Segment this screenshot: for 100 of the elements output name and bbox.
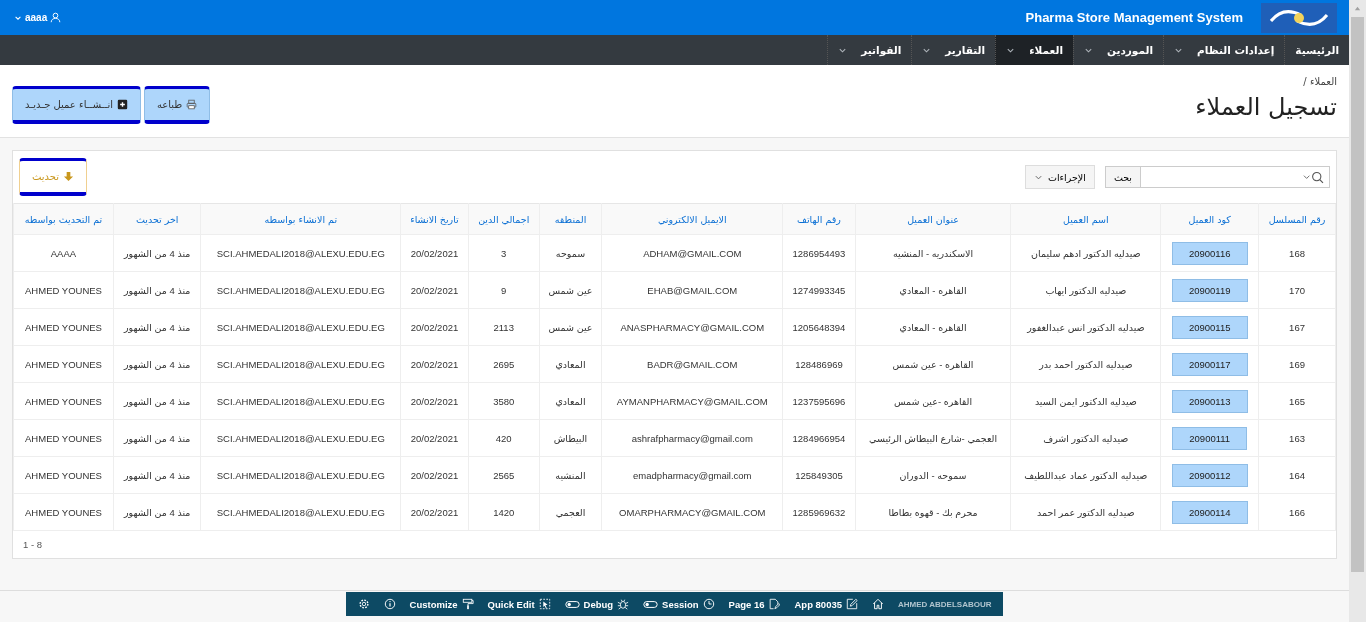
breadcrumb[interactable]: العملاء /	[1195, 76, 1337, 87]
table-cell: 169	[1258, 345, 1336, 383]
info-icon[interactable]	[383, 598, 396, 610]
table-cell: ANASPHARMACY@GMAIL.COM	[601, 308, 783, 346]
table-cell: AHMED YOUNES	[13, 456, 114, 494]
table-cell: 3580	[468, 382, 540, 420]
table-cell: 20/02/2021	[400, 271, 469, 309]
table-cell: 167	[1258, 308, 1336, 346]
table-cell: 164	[1258, 456, 1336, 494]
create-button[interactable]: انــشــاء عميل جـديـد	[12, 86, 141, 124]
table-cell: 1285969632	[782, 493, 856, 531]
app-button[interactable]: App 80035	[794, 598, 858, 610]
table-cell: منذ 4 من الشهور	[113, 456, 201, 494]
table-cell: 20/02/2021	[400, 308, 469, 346]
table-cell: المنشيه	[539, 456, 602, 494]
customer-code-link[interactable]: 20900112	[1171, 463, 1248, 487]
table-cell: 166	[1258, 493, 1336, 531]
column-header[interactable]: اخر تحديث	[113, 203, 201, 235]
clock-icon	[702, 598, 715, 610]
table-cell: القاهره - المعادي	[855, 271, 1011, 309]
column-header[interactable]: كود العميل	[1160, 203, 1259, 235]
table-cell: AHMED YOUNES	[13, 382, 114, 420]
table-cell: البيطاش	[539, 419, 602, 457]
column-header[interactable]: تاريخ الانشاء	[400, 203, 469, 235]
column-header[interactable]: اجمالي الدين	[468, 203, 540, 235]
table-cell: 170	[1258, 271, 1336, 309]
column-header[interactable]: تم التحديث بواسطه	[13, 203, 114, 235]
table-cell: AHMED YOUNES	[13, 419, 114, 457]
print-button[interactable]: طباعه	[143, 86, 211, 124]
user-menu[interactable]: aaaa	[14, 12, 62, 23]
table-cell: 420	[468, 419, 540, 457]
customer-code-link[interactable]: 20900119	[1171, 278, 1248, 302]
customer-code-link[interactable]: 20900111	[1172, 426, 1248, 450]
quick-edit-button[interactable]: Quick Edit	[487, 598, 551, 610]
search-button[interactable]: بحث	[1104, 166, 1140, 188]
home-icon[interactable]	[872, 598, 884, 610]
table-cell: منذ 4 من الشهور	[113, 419, 201, 457]
table-cell: صيدليه الدكتور ايمن السيد	[1010, 382, 1161, 420]
table-cell: 20/02/2021	[400, 419, 469, 457]
table-cell: 3	[468, 234, 540, 272]
table-cell: 20/02/2021	[400, 345, 469, 383]
table-cell: 128486969	[782, 345, 856, 383]
page-edit-icon	[768, 598, 781, 610]
table-cell: AAAA	[13, 234, 114, 272]
table-cell: 9	[468, 271, 540, 309]
table-cell: منذ 4 من الشهور	[113, 308, 201, 346]
down-arrow-icon	[63, 171, 75, 182]
column-header[interactable]: تم الانشاء بواسطه	[200, 203, 401, 235]
scroll-up-icon[interactable]	[1353, 5, 1362, 12]
nav-tab[interactable]: العملاء	[995, 35, 1074, 65]
column-header[interactable]: المنطقه	[539, 203, 602, 235]
table-cell: SCI.AHMEDALI2018@ALEXU.EDU.EG	[200, 382, 401, 420]
table-cell: EHAB@GMAIL.COM	[601, 271, 783, 309]
customer-code-link[interactable]: 20900116	[1171, 241, 1248, 265]
table-cell: 20/02/2021	[400, 234, 469, 272]
table-cell: ashrafpharmacy@gmail.com	[601, 419, 783, 457]
table-cell: AHMED YOUNES	[13, 271, 114, 309]
table-cell: 20/02/2021	[400, 493, 469, 531]
table-cell: 1286954493	[782, 234, 856, 272]
table-cell: AHMED YOUNES	[13, 345, 114, 383]
column-header[interactable]: اسم العميل	[1010, 203, 1161, 235]
pagination-text: 1 - 8	[23, 539, 42, 550]
table-cell: العجمي -شارع البيطاش الرئيسي	[855, 419, 1011, 457]
table-cell: صيدليه الدكتور ادهم سليمان	[1010, 234, 1161, 272]
column-header[interactable]: الايميل الالكتروني	[601, 203, 783, 235]
toggle-icon	[643, 599, 659, 609]
table-cell: صيدليه الدكتور انس عبدالغفور	[1010, 308, 1161, 346]
table-cell: SCI.AHMEDALI2018@ALEXU.EDU.EG	[200, 345, 401, 383]
customer-code-link[interactable]: 20900113	[1171, 389, 1248, 413]
page-button[interactable]: Page 16	[728, 598, 781, 610]
settings-icon[interactable]	[357, 598, 370, 610]
actions-menu-button[interactable]: الإجراءات	[1025, 165, 1095, 189]
table-cell: القاهره - المعادي	[855, 308, 1011, 346]
table-cell: منذ 4 من الشهور	[113, 345, 201, 383]
printer-icon	[186, 99, 198, 110]
customer-code-link[interactable]: 20900117	[1171, 352, 1248, 376]
user-icon	[50, 12, 62, 23]
session-toggle[interactable]: Session	[643, 598, 715, 610]
toggle-icon	[564, 599, 580, 609]
table-cell: 2565	[468, 456, 540, 494]
search-field[interactable]	[1140, 166, 1330, 188]
cursor-icon	[538, 598, 551, 610]
table-cell: منذ 4 من الشهور	[113, 271, 201, 309]
customer-code-link[interactable]: 20900115	[1171, 315, 1248, 339]
column-header[interactable]: عنوان العميل	[855, 203, 1011, 235]
column-header[interactable]: رقم الهاتف	[782, 203, 856, 235]
table-cell: القاهره -عين شمس	[855, 382, 1011, 420]
customize-button[interactable]: Customize	[409, 598, 474, 610]
plus-icon	[116, 99, 128, 110]
table-cell: محرم بك - قهوه بطاطا	[855, 493, 1011, 531]
table-cell: 1420	[468, 493, 540, 531]
debug-toggle[interactable]: Debug	[564, 598, 630, 610]
table-cell: القاهره - عين شمس	[855, 345, 1011, 383]
column-header[interactable]: رقم المسلسل	[1258, 203, 1336, 235]
table-cell: 1284966954	[782, 419, 856, 457]
table-cell: صيدليه الدكتور عمر احمد	[1010, 493, 1161, 531]
table-cell: عين شمس	[539, 308, 602, 346]
table-cell: صيدليه الدكتور عماد عبداللطيف	[1010, 456, 1161, 494]
customer-code-link[interactable]: 20900114	[1171, 500, 1248, 524]
table-cell: BADR@GMAIL.COM	[601, 345, 783, 383]
